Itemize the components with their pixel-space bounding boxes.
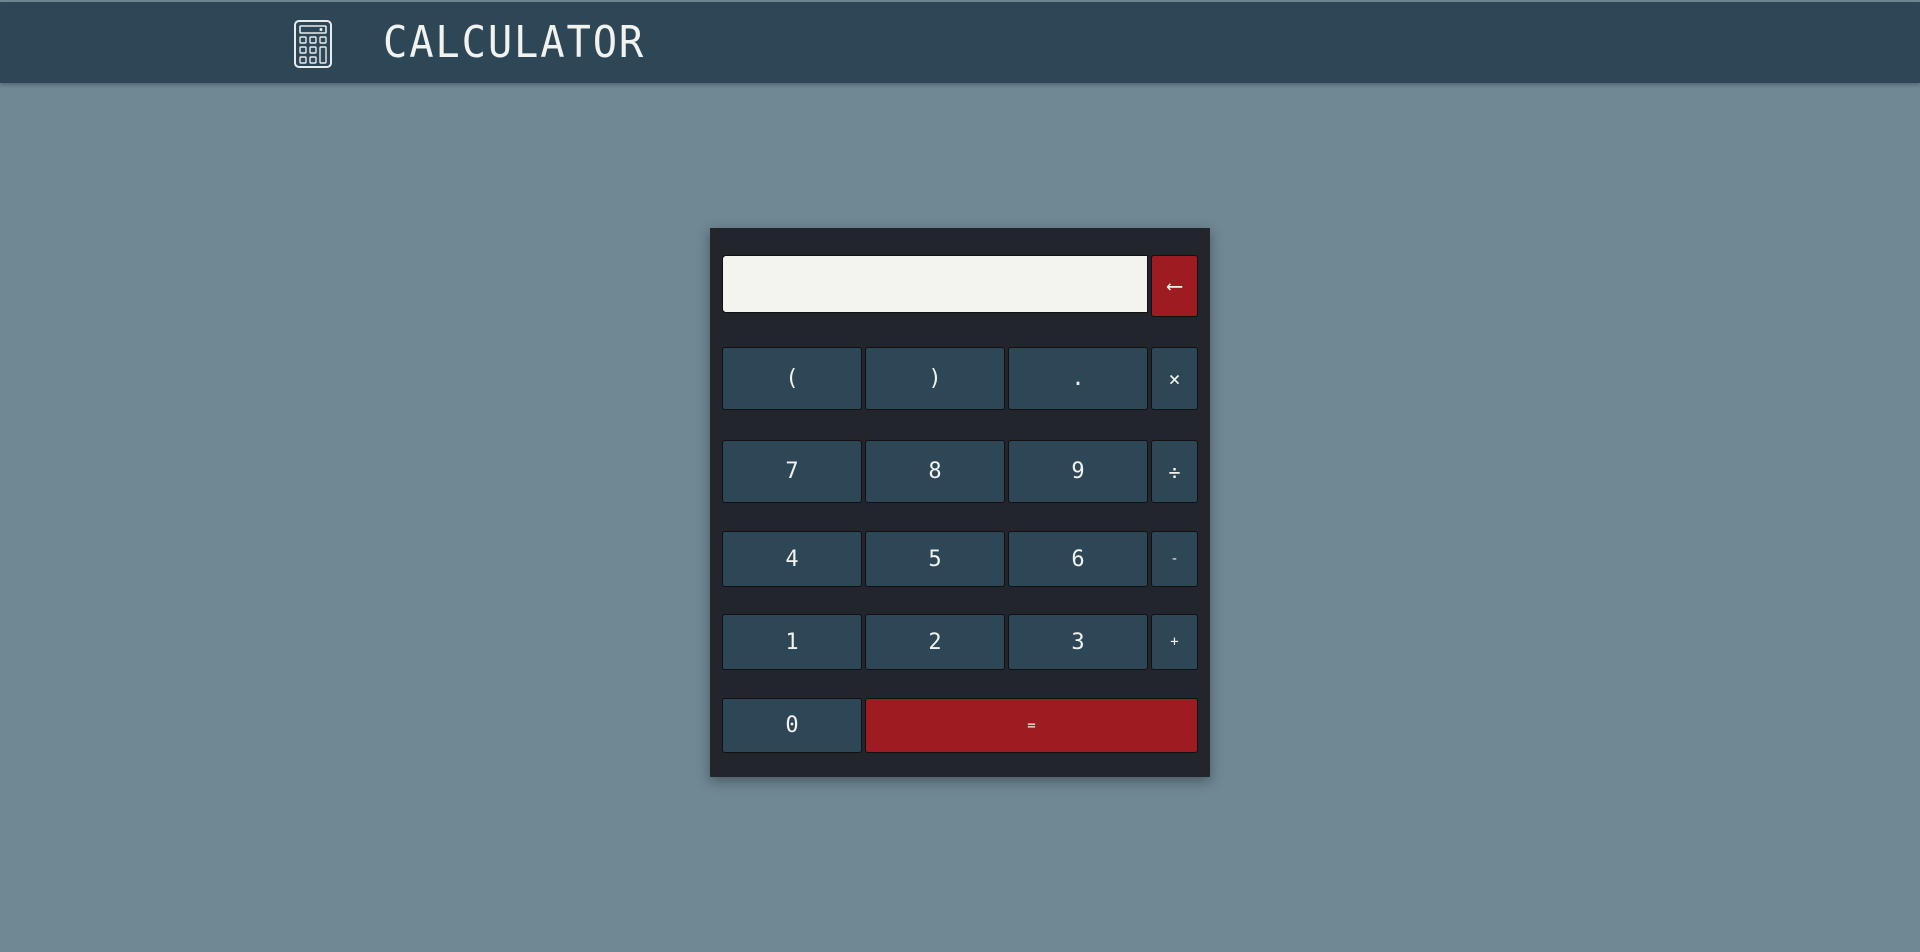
calculator-panel: ⟵ ( ) . × 7 8 9 ÷ 4 5 6 - 1 2 3 + 0 = [710, 228, 1210, 777]
key-1[interactable]: 1 [722, 614, 862, 670]
key-2[interactable]: 2 [865, 614, 1005, 670]
equals-button[interactable]: = [865, 698, 1198, 753]
key-7[interactable]: 7 [722, 440, 862, 503]
page-title: CALCULATOR [383, 17, 646, 68]
calculator-display[interactable] [722, 255, 1148, 313]
key-open-paren[interactable]: ( [722, 347, 862, 410]
key-0[interactable]: 0 [722, 698, 862, 753]
top-bar: CALCULATOR [0, 2, 1920, 83]
key-close-paren[interactable]: ) [865, 347, 1005, 410]
key-5[interactable]: 5 [865, 531, 1005, 587]
key-decimal[interactable]: . [1008, 347, 1148, 410]
key-4[interactable]: 4 [722, 531, 862, 587]
key-6[interactable]: 6 [1008, 531, 1148, 587]
key-8[interactable]: 8 [865, 440, 1005, 503]
key-divide[interactable]: ÷ [1151, 440, 1198, 503]
calculator-icon [294, 20, 332, 68]
key-add[interactable]: + [1151, 614, 1198, 670]
key-3[interactable]: 3 [1008, 614, 1148, 670]
backspace-button[interactable]: ⟵ [1151, 255, 1198, 317]
key-multiply[interactable]: × [1151, 347, 1198, 410]
key-9[interactable]: 9 [1008, 440, 1148, 503]
key-subtract[interactable]: - [1151, 531, 1198, 587]
